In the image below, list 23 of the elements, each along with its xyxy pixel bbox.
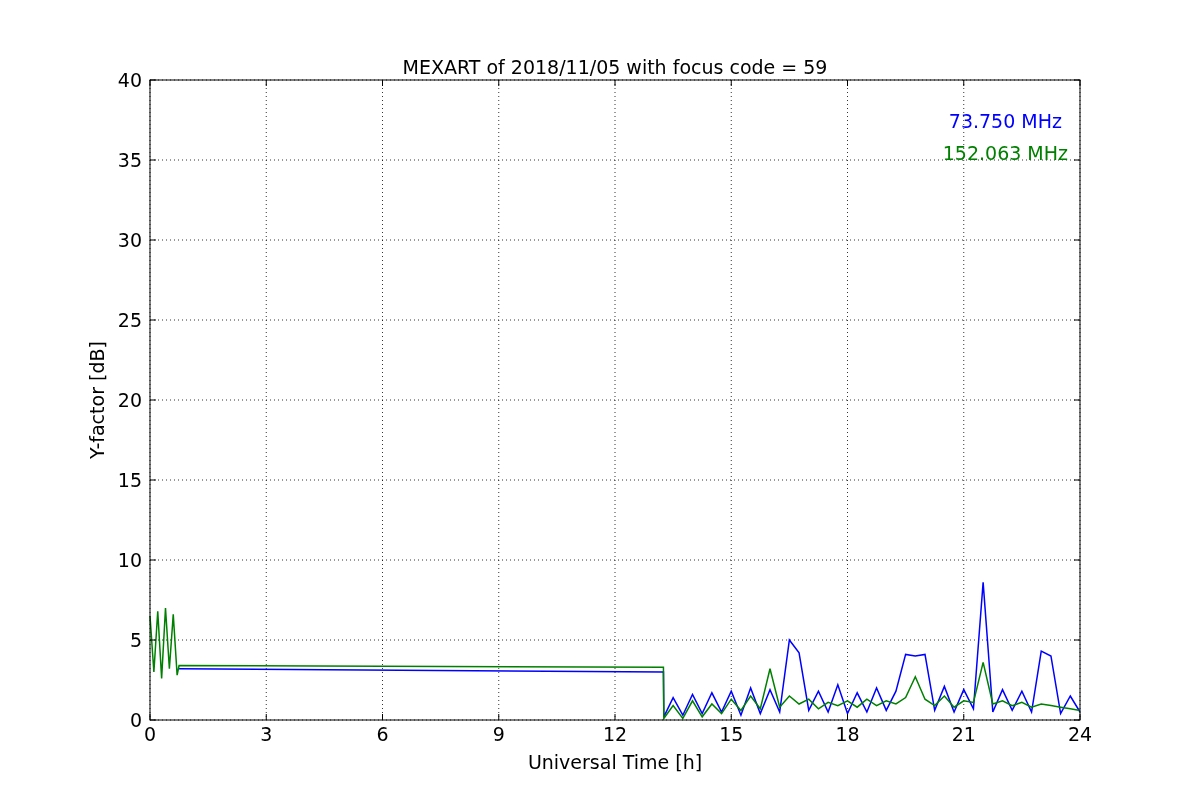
x-tick-label: 21 — [951, 723, 976, 745]
y-axis-label: Y-factor [dB] — [86, 341, 108, 459]
y-tick-label: 0 — [129, 709, 142, 731]
x-tick-label: 15 — [719, 723, 744, 745]
y-tick-label: 15 — [117, 469, 142, 491]
x-axis-label: Universal Time [h] — [527, 751, 703, 773]
y-tick-label: 35 — [117, 149, 142, 171]
x-tick-label: 3 — [260, 723, 273, 745]
y-tick-label: 30 — [117, 229, 142, 251]
y-tick-label: 10 — [117, 549, 142, 571]
y-tick-label: 40 — [117, 69, 142, 91]
x-tick-label: 12 — [602, 723, 628, 745]
x-tick-label: 18 — [835, 723, 860, 745]
y-tick-label: 5 — [129, 629, 142, 651]
legend-label: 73.750 MHz — [948, 110, 1062, 132]
x-tick-label: 0 — [143, 723, 157, 745]
x-tick-label: 6 — [376, 723, 389, 745]
x-tick-label: 24 — [1067, 723, 1093, 745]
y-tick-label: 20 — [117, 389, 142, 411]
x-tick-label: 9 — [492, 723, 505, 745]
chart-title: MEXART of 2018/11/05 with focus code = 59 — [402, 56, 828, 78]
y-tick-label: 25 — [117, 309, 142, 331]
legend-label: 152.063 MHz — [942, 142, 1068, 164]
